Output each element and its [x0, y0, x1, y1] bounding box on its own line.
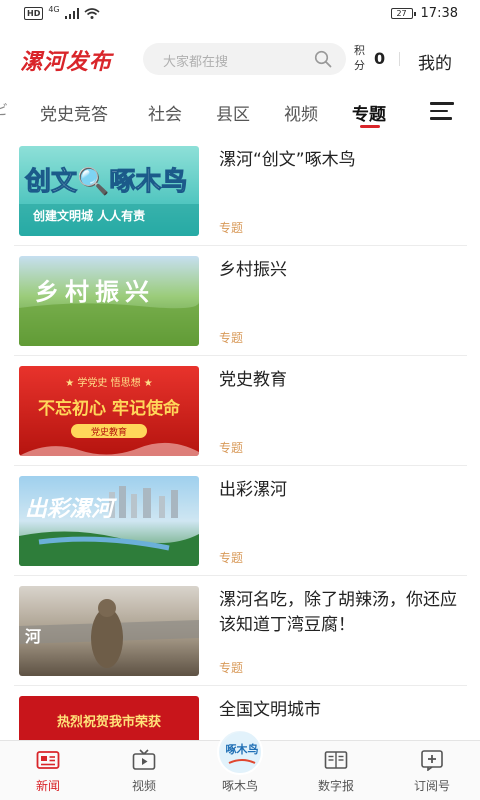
nav-news[interactable]: 新闻 — [0, 741, 96, 800]
article-title[interactable]: 全国文明城市 — [219, 698, 459, 723]
thumb-subtext: 创建文明城 人人有责 — [32, 208, 145, 223]
nav-label: 数字报 — [317, 779, 354, 793]
active-tab-indicator — [360, 125, 380, 128]
article-title[interactable]: 出彩漯河 — [219, 478, 459, 503]
network-type: 4G — [48, 5, 60, 14]
tab-dangshi[interactable]: 党史竞答 — [40, 100, 108, 125]
tab-shehui[interactable]: 社会 — [148, 100, 182, 125]
nav-woodpecker[interactable]: 啄木鸟 啄木鸟 — [192, 729, 288, 800]
points-label[interactable]: 积分 — [354, 43, 368, 73]
header-divider — [399, 52, 400, 66]
article-tag: 专题 — [219, 221, 244, 235]
app-logo[interactable]: 漯河发布 — [20, 44, 112, 76]
thumb-text: 热烈祝贺我市荣获 — [57, 714, 161, 730]
article-thumbnail: ★ 学党史 悟思想 ★ 不忘初心 牢记使命 党史教育 — [19, 366, 199, 456]
category-tabs: ビ 党史竞答 社会 县区 视频 专题 — [0, 88, 480, 134]
search-icon[interactable] — [314, 50, 332, 68]
thumb-text: 出彩漯河 — [25, 496, 117, 522]
tab-zhuanti[interactable]: 专题 — [352, 100, 386, 125]
article-title[interactable]: 党史教育 — [219, 368, 459, 393]
signal-icon — [64, 8, 79, 19]
search-bar[interactable]: 大家都在搜 — [143, 43, 346, 75]
tab-shipin[interactable]: 视频 — [284, 100, 318, 125]
bottom-navigation: 新闻 视频 啄木鸟 啄木鸟 数字报 订阅号 — [0, 729, 480, 800]
woodpecker-icon: 啄木鸟 — [217, 729, 263, 775]
status-left: HD 4G — [24, 5, 100, 20]
thumb-text: 乡村振兴 — [35, 277, 155, 306]
tab-overflow-left[interactable]: ビ — [0, 100, 8, 120]
article-thumbnail: 乡村振兴 — [19, 256, 199, 346]
nav-label: 订阅号 — [413, 779, 450, 793]
article-title[interactable]: 漯河“创文”啄木鸟 — [219, 148, 459, 173]
list-item[interactable]: 河 故 漯河名吃，除了胡辣汤，你还应该知道丁湾豆腐！ 专题 — [14, 576, 467, 686]
battery-icon: 27 — [390, 8, 416, 19]
list-item[interactable]: ★ 学党史 悟思想 ★ 不忘初心 牢记使命 党史教育 党史教育 专题 — [14, 356, 467, 466]
article-thumbnail: 创文🔍啄木鸟 创建文明城 人人有责 — [19, 146, 199, 236]
nav-subscribe[interactable]: 订阅号 — [384, 741, 480, 800]
article-thumbnail: 出彩漯河 — [19, 476, 199, 566]
list-item[interactable]: 出彩漯河 出彩漯河 专题 — [14, 466, 467, 576]
status-bar: HD 4G 27 17:38 — [0, 0, 480, 30]
article-thumbnail: 河 故 — [19, 586, 199, 676]
points-value[interactable]: 0 — [374, 49, 385, 68]
nav-video[interactable]: 视频 — [96, 741, 192, 800]
tab-xianqu[interactable]: 县区 — [216, 100, 250, 125]
thumb-subtext: ★ 学党史 悟思想 ★ — [65, 376, 153, 389]
status-right: 27 17:38 — [390, 6, 458, 21]
mine-button[interactable]: 我的 — [418, 49, 452, 74]
search-placeholder: 大家都在搜 — [163, 55, 229, 70]
nav-label: 视频 — [131, 779, 156, 793]
woodpecker-text: 啄木鸟 — [226, 742, 259, 756]
menu-icon[interactable] — [430, 102, 454, 120]
article-tag: 专题 — [219, 331, 244, 345]
list-item[interactable]: 乡村振兴 乡村振兴 专题 — [14, 246, 467, 356]
wifi-icon — [84, 8, 100, 19]
nav-label: 新闻 — [35, 779, 60, 793]
hd-indicator: HD — [24, 7, 44, 20]
thumb-text: 创文🔍啄木鸟 — [24, 164, 187, 197]
list-item[interactable]: 创文🔍啄木鸟 创建文明城 人人有责 漯河“创文”啄木鸟 专题 — [14, 136, 467, 246]
video-icon — [132, 749, 156, 770]
article-tag: 专题 — [219, 441, 244, 455]
nav-newspaper[interactable]: 数字报 — [288, 741, 384, 800]
clock: 17:38 — [420, 6, 458, 21]
subscribe-icon — [421, 750, 443, 771]
article-tag: 专题 — [219, 661, 244, 675]
newspaper-icon — [324, 751, 348, 769]
nav-label: 啄木鸟 — [221, 779, 258, 793]
article-title[interactable]: 乡村振兴 — [219, 258, 459, 283]
article-tag: 专题 — [219, 551, 244, 565]
thumb-badge: 党史教育 — [91, 426, 127, 438]
thumb-text: 河 故 — [25, 627, 199, 646]
article-title[interactable]: 漯河名吃，除了胡辣汤，你还应该知道丁湾豆腐！ — [219, 588, 459, 638]
thumb-text: 不忘初心 牢记使命 — [38, 398, 181, 419]
news-icon — [36, 751, 60, 769]
app-header: 漯河发布 大家都在搜 积分 0 我的 — [0, 30, 480, 88]
